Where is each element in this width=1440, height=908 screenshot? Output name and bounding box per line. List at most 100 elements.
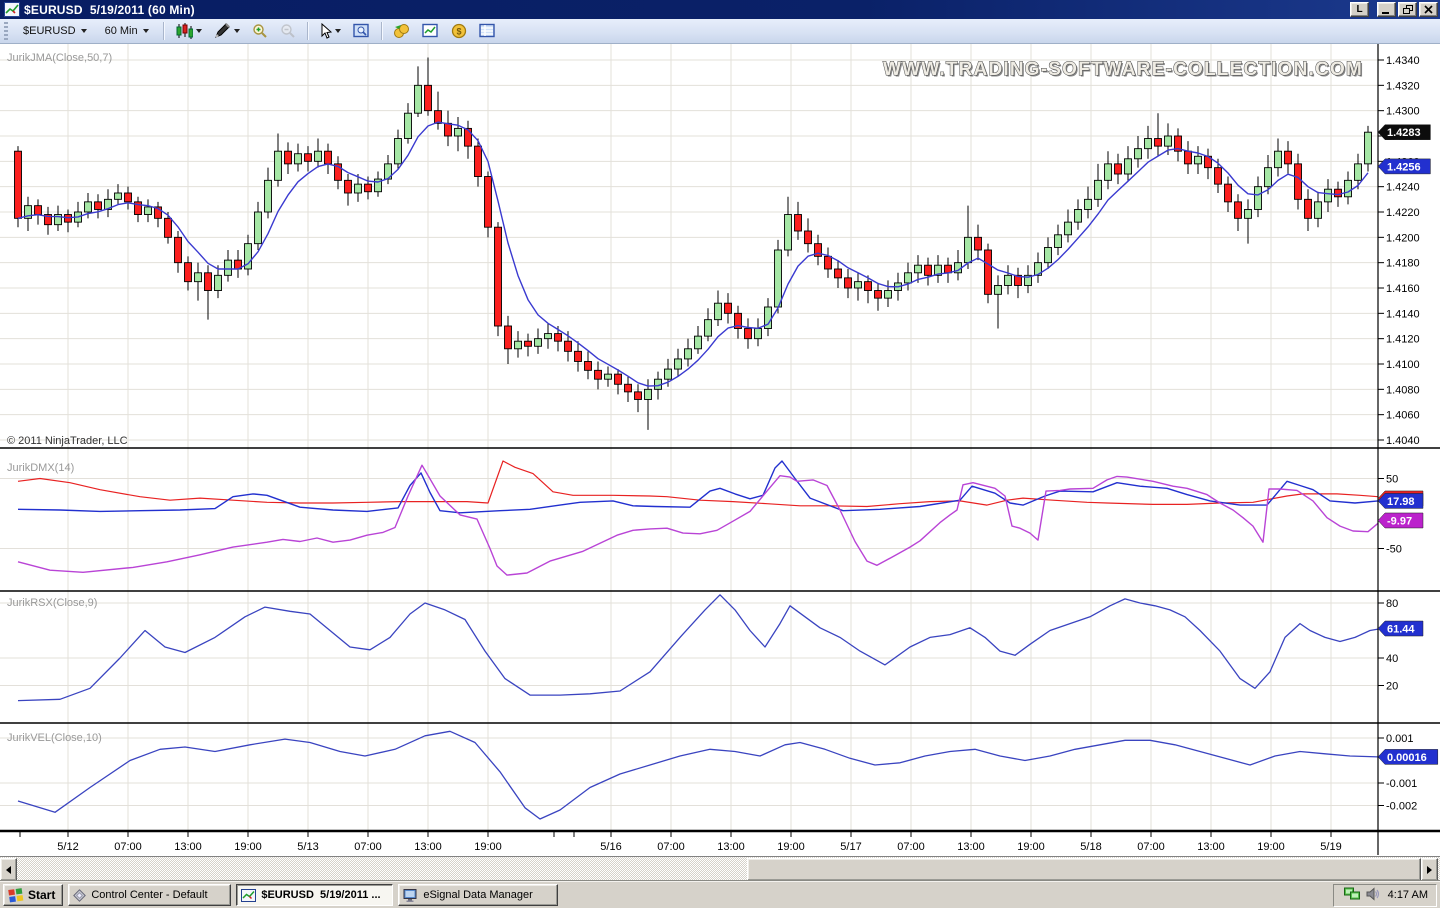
- data-box-button[interactable]: [349, 20, 374, 42]
- system-tray: 4:17 AM: [1333, 884, 1437, 907]
- x-axis-label: 19:00: [474, 841, 502, 853]
- zoom-in-button[interactable]: [248, 20, 272, 42]
- candle-up: [515, 341, 522, 349]
- zoom-out-button[interactable]: [276, 20, 300, 42]
- dmx-red-line: [18, 461, 1378, 507]
- candle-down: [95, 202, 102, 210]
- start-button[interactable]: Start: [3, 884, 63, 906]
- candle-down: [725, 303, 732, 313]
- axis-tick-label: 1.4100: [1386, 359, 1420, 371]
- chart-style-button[interactable]: [171, 20, 206, 42]
- candle-down: [205, 273, 212, 291]
- candle-up: [785, 215, 792, 250]
- minimize-button[interactable]: [1377, 2, 1396, 17]
- properties-button[interactable]: [475, 20, 500, 42]
- x-axis-label: 5/19: [1320, 841, 1341, 853]
- candle-down: [925, 265, 932, 275]
- chart-area[interactable]: WWW.TRADING-SOFTWARE-COLLECTION.COMWWW.T…: [0, 0, 1440, 856]
- application-window: WWW.TRADING-SOFTWARE-COLLECTION.COMWWW.T…: [0, 0, 1440, 908]
- start-label: Start: [28, 888, 55, 902]
- monitor-icon: [403, 889, 418, 902]
- candle-up: [1065, 222, 1072, 235]
- drawing-tools-button[interactable]: [210, 20, 244, 42]
- candle-up: [1125, 159, 1132, 174]
- task-button-control-center[interactable]: Control Center - Default: [68, 884, 231, 906]
- instrument-selector[interactable]: $EURUSD: [16, 22, 94, 40]
- network-icon[interactable]: [1344, 887, 1360, 904]
- candle-up: [855, 282, 862, 288]
- candle-down: [625, 384, 632, 392]
- candle-up: [395, 139, 402, 164]
- candle-down: [185, 263, 192, 282]
- axis-tick-label: 0.001: [1386, 733, 1414, 745]
- x-axis-label: 07:00: [1137, 841, 1165, 853]
- horizontal-scrollbar[interactable]: [0, 856, 1440, 881]
- scroll-left-button[interactable]: [0, 858, 17, 881]
- candles-layer: [15, 57, 1372, 429]
- axis-tick-label: 1.4200: [1386, 232, 1420, 244]
- axis-tick-label: 1.4340: [1386, 55, 1420, 67]
- price-panel-label: JurikJMA(Close,50,7): [7, 52, 112, 64]
- x-axis-label: 13:00: [174, 841, 202, 853]
- chevron-down-icon: [234, 29, 240, 33]
- candle-down: [475, 146, 482, 176]
- title-bar[interactable]: $EURUSD 5/19/2011 (60 Min) L: [0, 0, 1440, 19]
- x-axis-label: 5/18: [1080, 841, 1101, 853]
- instruments-button[interactable]: $: [447, 20, 471, 42]
- candle-up: [1345, 180, 1352, 196]
- candle-down: [345, 180, 352, 193]
- price-chart[interactable]: WWW.TRADING-SOFTWARE-COLLECTION.COMWWW.T…: [0, 0, 1440, 856]
- x-axis-label: 13:00: [414, 841, 442, 853]
- toolbar: $EURUSD 60 Min: [0, 19, 1440, 44]
- candle-down: [1335, 189, 1342, 197]
- candle-down: [445, 123, 452, 136]
- horizontal-gridlines: [0, 60, 1378, 806]
- arrow-right-icon: [1427, 866, 1432, 874]
- zoom-out-icon: [280, 23, 296, 39]
- vel-panel-label: JurikVEL(Close,10): [7, 732, 102, 744]
- volume-icon[interactable]: [1366, 887, 1380, 904]
- axis-tick-label: 1.4140: [1386, 308, 1420, 320]
- candle-up: [695, 336, 702, 349]
- candle-up: [965, 237, 972, 262]
- close-button[interactable]: [1419, 2, 1438, 17]
- candle-up: [535, 339, 542, 347]
- dmx-magenta-line: [18, 465, 1378, 575]
- x-axis-label: 19:00: [1017, 841, 1045, 853]
- scrollbar-thumb[interactable]: [747, 858, 1421, 881]
- candle-down: [985, 250, 992, 294]
- task-button-eurusd-chart[interactable]: $EURUSD 5/19/2011 ...: [236, 884, 393, 906]
- x-axis-label: 07:00: [354, 841, 382, 853]
- new-chart-button[interactable]: [418, 20, 443, 42]
- axis-tick-label: -0.002: [1386, 801, 1417, 813]
- link-button[interactable]: L: [1350, 2, 1369, 17]
- x-axis-label: 07:00: [897, 841, 925, 853]
- candle-down: [35, 206, 42, 215]
- account-connection-button[interactable]: [389, 20, 414, 42]
- candle-up: [1055, 235, 1062, 248]
- candle-down: [805, 231, 812, 244]
- scroll-right-button[interactable]: [1421, 858, 1438, 881]
- candle-down: [1155, 139, 1162, 147]
- axis-tick-label: 1.4060: [1386, 410, 1420, 422]
- close-icon: [1424, 5, 1433, 14]
- value-tag-text: 17.98: [1387, 496, 1415, 508]
- interval-selector[interactable]: 60 Min: [98, 22, 156, 40]
- restore-button[interactable]: [1398, 2, 1417, 17]
- axis-tick-label: 1.4180: [1386, 258, 1420, 270]
- candle-down: [15, 151, 22, 218]
- candle-up: [355, 184, 362, 193]
- task-button-esignal[interactable]: eSignal Data Manager: [398, 884, 558, 906]
- toolbar-grip[interactable]: [4, 22, 8, 40]
- taskbar-clock: 4:17 AM: [1386, 889, 1428, 901]
- data-box-icon: [353, 23, 370, 39]
- candle-up: [645, 389, 652, 399]
- x-axis-label: 19:00: [234, 841, 262, 853]
- candle-up: [1095, 180, 1102, 199]
- chevron-down-icon: [143, 29, 149, 33]
- candle-down: [1225, 184, 1232, 202]
- rsx-panel-label: JurikRSX(Close,9): [7, 597, 97, 609]
- candle-down: [505, 326, 512, 349]
- cursor-button[interactable]: [315, 20, 345, 42]
- candle-up: [705, 320, 712, 336]
